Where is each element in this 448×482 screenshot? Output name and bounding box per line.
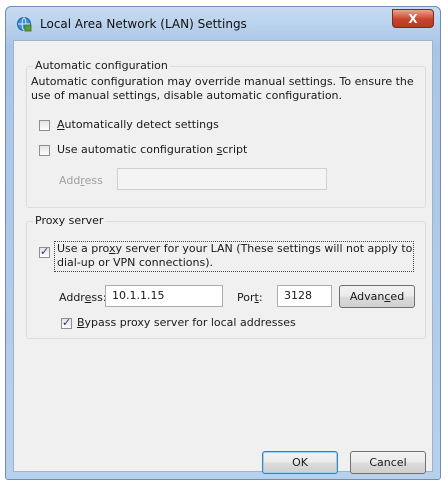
use-proxy-checkbox[interactable] xyxy=(39,245,50,258)
script-address-label: Address xyxy=(59,174,103,187)
cancel-button[interactable]: Cancel xyxy=(350,451,426,474)
close-button[interactable]: X xyxy=(392,9,434,28)
proxy-address-label: Address: xyxy=(59,291,107,304)
proxy-port-label: Port: xyxy=(237,291,263,304)
advanced-button[interactable]: Advanced xyxy=(339,285,415,308)
automatic-configuration-description: Automatic configuration may override man… xyxy=(31,75,414,102)
window-title: Local Area Network (LAN) Settings xyxy=(40,17,247,31)
proxy-server-group: Proxy server Use a proxy server for your… xyxy=(26,214,426,339)
cancel-button-label: Cancel xyxy=(369,456,407,469)
script-address-input[interactable] xyxy=(117,168,327,190)
bypass-local-label[interactable]: Bypass proxy server for local addresses xyxy=(77,316,296,329)
proxy-server-legend: Proxy server xyxy=(33,214,106,227)
use-config-script-label[interactable]: Use automatic configuration script xyxy=(57,143,247,156)
proxy-port-input[interactable]: 3128 xyxy=(277,285,332,307)
automatic-configuration-group: Automatic configuration Automatic config… xyxy=(26,59,426,208)
dialog-body: Automatic configuration Automatic config… xyxy=(13,40,433,474)
use-proxy-label[interactable]: Use a proxy server for your LAN (These s… xyxy=(57,242,413,270)
bypass-local-checkbox[interactable] xyxy=(61,316,72,329)
globe-settings-icon xyxy=(17,17,32,32)
ok-button-label: OK xyxy=(292,456,308,469)
close-icon: X xyxy=(408,12,418,26)
use-config-script-checkbox[interactable] xyxy=(39,145,50,156)
ok-button[interactable]: OK xyxy=(262,451,338,474)
automatically-detect-checkbox[interactable] xyxy=(39,120,50,131)
automatically-detect-label[interactable]: Automatically detect settings xyxy=(57,118,219,131)
proxy-address-input[interactable]: 10.1.1.15 xyxy=(105,285,223,307)
title-bar[interactable]: Local Area Network (LAN) Settings X xyxy=(6,7,440,39)
automatic-configuration-legend: Automatic configuration xyxy=(33,59,170,72)
lan-settings-dialog: Local Area Network (LAN) Settings X Auto… xyxy=(5,6,441,480)
